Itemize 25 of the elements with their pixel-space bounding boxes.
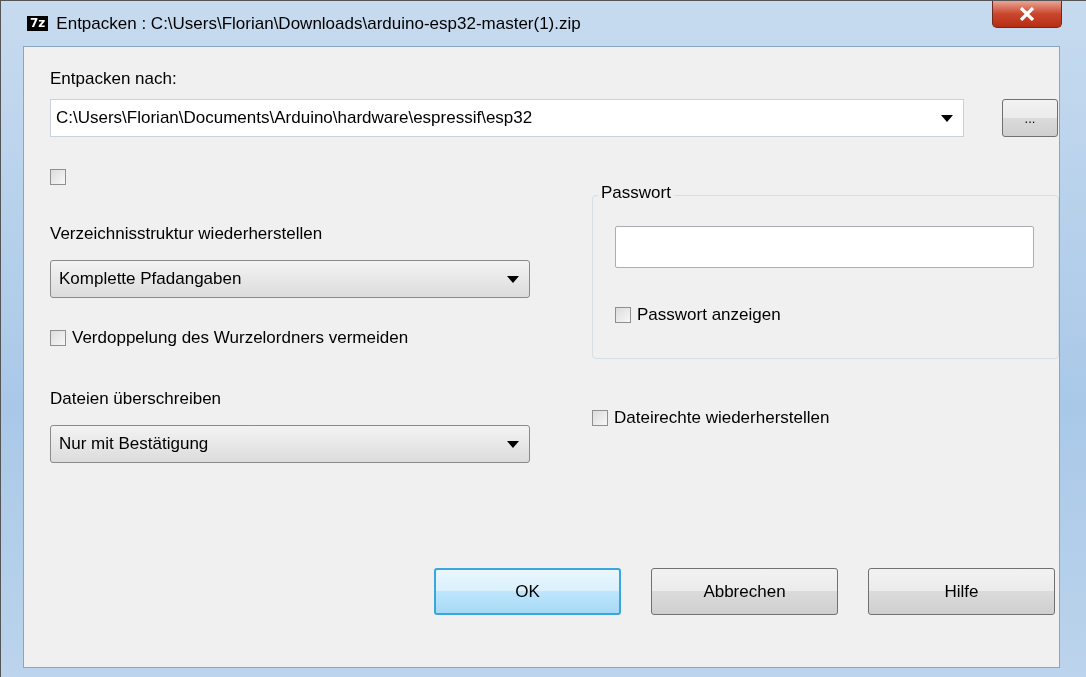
dropdown-arrow-icon [941,114,953,122]
field-label: Verzeichnisstruktur wiederherstellen [50,224,323,245]
field-label: Dateien überschreiben [50,389,222,410]
overwrite-dropdown[interactable]: Nur mit Bestätigung [50,425,530,463]
window-title: Entpacken : C:\Users\Florian\Downloads\arduino-esp32-master(1).zip [56,13,581,34]
path-combo[interactable]: C:\Users\Florian\Documents\Arduino\hardware\espressif\esp32 [50,99,964,137]
dropdown-arrow-icon [507,440,519,448]
checkbox-label: Verdoppelung des Wurzelordners vermeiden [72,328,409,348]
checkbox[interactable] [592,410,608,426]
close-icon [1019,7,1035,21]
path-mode-dropdown[interactable]: Komplette Pfadangaben [50,260,530,298]
field-label: Entpacken nach: [50,69,178,90]
dropdown-arrow-icon [507,275,519,283]
app-icon: 7z [27,16,49,31]
close-button[interactable] [992,1,1062,28]
browse-button[interactable]: ... [1002,99,1058,137]
checkbox[interactable] [615,307,631,323]
dialog-button[interactable]: Hilfe [868,568,1055,615]
checkbox-label: Passwort anzeigen [637,305,781,325]
checkbox[interactable] [50,330,66,346]
dialog-button[interactable]: OK [434,568,621,615]
password-field[interactable] [615,226,1034,268]
dialog-button[interactable]: Abbrechen [651,568,838,615]
checkbox[interactable] [50,169,66,185]
checkbox-label: Dateirechte wiederherstellen [614,408,830,428]
